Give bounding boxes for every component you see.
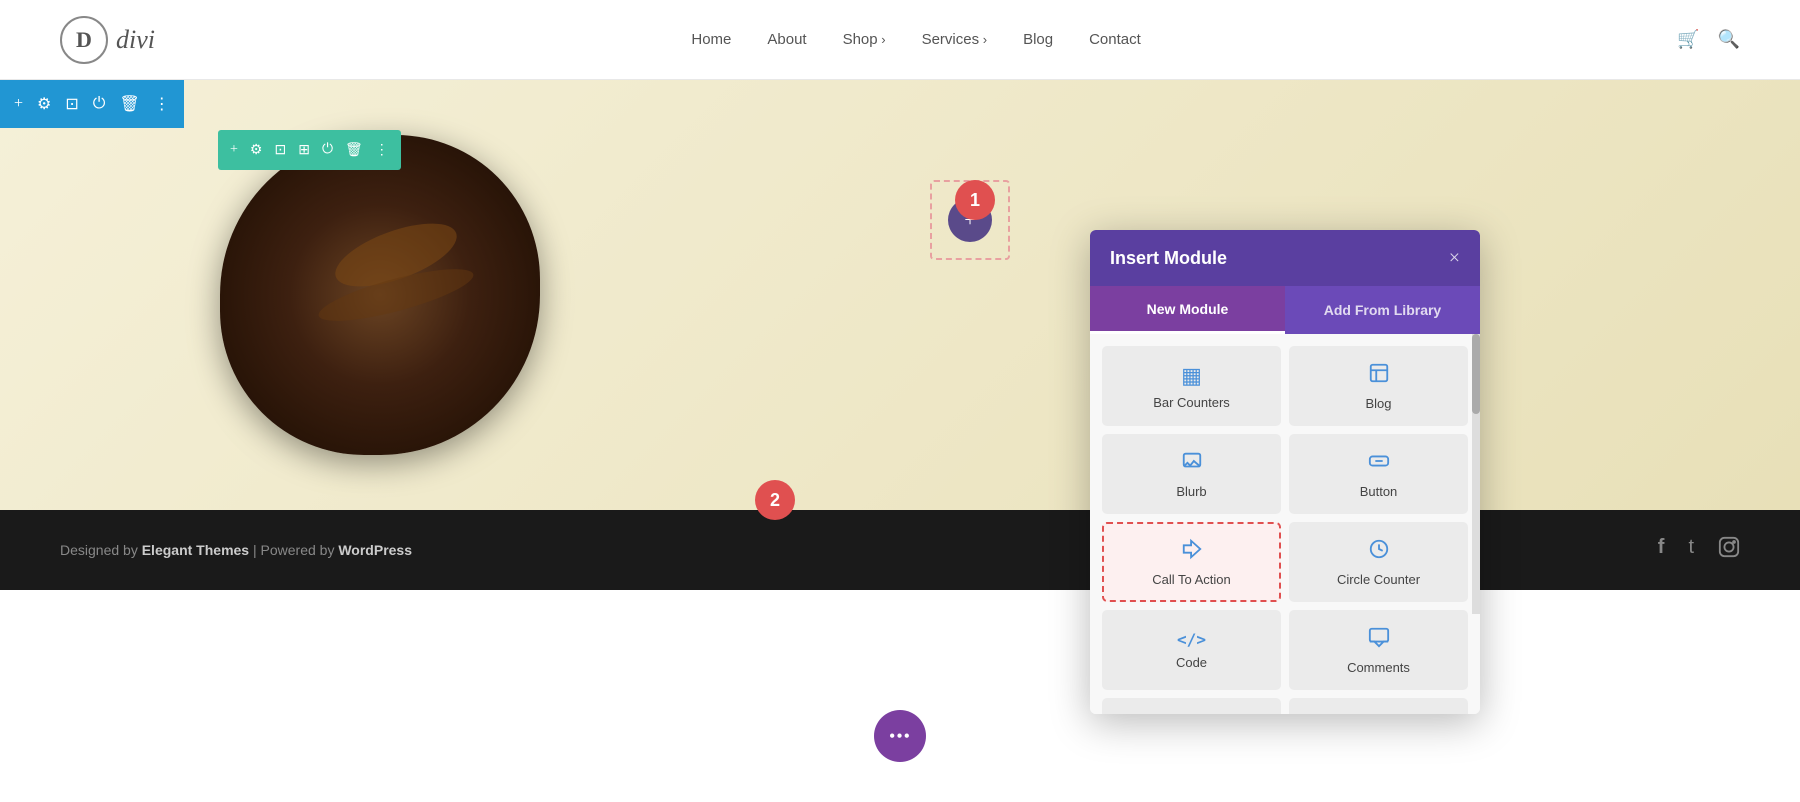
module-code[interactable]: </> Code: [1102, 610, 1281, 690]
navbar: D divi Home About Shop Services Blog Con…: [0, 0, 1800, 80]
module-call-to-action[interactable]: Call To Action: [1102, 522, 1281, 602]
dialog-tabs: New Module Add From Library: [1090, 286, 1480, 334]
col-delete-icon[interactable]: 🗑: [345, 142, 363, 159]
footer-prefix: Designed by: [60, 542, 142, 558]
main-content-area: + ⚙ ⊡ ⊞ ⏻ 🗑 ⋮ + 1 2 Insert Module × New …: [0, 80, 1800, 510]
module-circle-counter-label: Circle Counter: [1337, 572, 1420, 587]
module-contact-form[interactable]: Contact Form: [1102, 698, 1281, 714]
col-layout-icon[interactable]: ⊡: [274, 142, 286, 159]
footer-social: f t: [1658, 536, 1740, 564]
logo-text: divi: [116, 25, 155, 55]
bottom-add-button[interactable]: •••: [874, 710, 926, 762]
footer-powered-by: | Powered by: [253, 542, 338, 558]
module-comments-label: Comments: [1347, 660, 1410, 675]
facebook-icon[interactable]: f: [1658, 536, 1665, 564]
step-bubble-2: 2: [755, 480, 795, 520]
nav-item-shop[interactable]: Shop: [843, 31, 886, 49]
nav-item-blog[interactable]: Blog: [1023, 31, 1053, 49]
instagram-icon[interactable]: [1718, 536, 1740, 564]
module-grid: Blurb Button Call To Action: [1102, 434, 1468, 714]
module-code-label: Code: [1176, 655, 1207, 670]
bottom-dots-label: •••: [889, 726, 911, 747]
footer-wordpress: WordPress: [338, 542, 412, 558]
col-toolbar: + ⚙ ⊡ ⊞ ⏻ 🗑 ⋮: [218, 130, 401, 170]
toolbar-add-icon[interactable]: +: [14, 95, 23, 113]
module-cta-label: Call To Action: [1152, 572, 1231, 587]
module-blurb[interactable]: Blurb: [1102, 434, 1281, 514]
tab-add-from-library[interactable]: Add From Library: [1285, 286, 1480, 334]
blurb-icon: [1181, 450, 1203, 478]
toolbar-settings-icon[interactable]: ⚙: [37, 94, 51, 114]
blog-icon: [1368, 362, 1390, 390]
circle-counter-icon: [1368, 538, 1390, 566]
module-comments[interactable]: Comments: [1289, 610, 1468, 690]
module-bar-counters[interactable]: ▦ Bar Counters: [1102, 346, 1281, 426]
toolbar-layout-icon[interactable]: ⊡: [65, 94, 78, 114]
bread-image: [220, 135, 540, 455]
comments-icon: [1368, 626, 1390, 654]
col-add-icon[interactable]: +: [230, 142, 238, 158]
call-to-action-icon: [1181, 538, 1203, 566]
search-icon[interactable]: 🔍: [1718, 29, 1740, 50]
nav-logo[interactable]: D divi: [60, 16, 155, 64]
col-grid-icon[interactable]: ⊞: [298, 142, 310, 159]
insert-module-dialog: Insert Module × New Module Add From Libr…: [1090, 230, 1480, 714]
countdown-timer-icon: [1368, 714, 1390, 715]
module-blurb-label: Blurb: [1176, 484, 1206, 499]
footer-elegant-themes: Elegant Themes: [142, 542, 249, 558]
dialog-close-button[interactable]: ×: [1449, 247, 1460, 270]
logo-icon: D: [60, 16, 108, 64]
module-bar-counters-label: Bar Counters: [1153, 395, 1230, 410]
footer: Designed by Elegant Themes | Powered by …: [0, 510, 1800, 590]
module-blog[interactable]: Blog: [1289, 346, 1468, 426]
button-icon: [1368, 450, 1390, 478]
col-more-icon[interactable]: ⋮: [375, 142, 389, 159]
toolbar-delete-icon[interactable]: 🗑: [119, 94, 139, 114]
toolbar-more-icon[interactable]: ⋮: [154, 94, 170, 114]
dialog-title: Insert Module: [1110, 248, 1227, 269]
col-settings-icon[interactable]: ⚙: [250, 142, 263, 159]
nav-item-contact[interactable]: Contact: [1089, 31, 1141, 49]
contact-form-icon: [1181, 714, 1203, 715]
tab-new-module[interactable]: New Module: [1090, 286, 1285, 334]
dialog-body: ▦ Bar Counters Blog Blurb: [1090, 334, 1480, 714]
edit-toolbar-top: + ⚙ ⊡ ⏻ 🗑 ⋮: [0, 80, 184, 128]
nav-item-home[interactable]: Home: [691, 31, 731, 49]
module-circle-counter[interactable]: Circle Counter: [1289, 522, 1468, 602]
scrollbar-track[interactable]: [1472, 334, 1480, 614]
module-button-label: Button: [1360, 484, 1398, 499]
module-blog-label: Blog: [1365, 396, 1391, 411]
toolbar-power-icon[interactable]: ⏻: [93, 95, 106, 113]
nav-item-about[interactable]: About: [767, 31, 806, 49]
dialog-header: Insert Module ×: [1090, 230, 1480, 286]
step-bubble-1: 1: [955, 180, 995, 220]
code-icon: </>: [1177, 630, 1206, 649]
footer-text: Designed by Elegant Themes | Powered by …: [60, 542, 412, 558]
nav-links: Home About Shop Services Blog Contact: [691, 31, 1140, 49]
nav-icons: 🛒 🔍: [1677, 29, 1740, 50]
module-countdown-timer[interactable]: Countdown Timer: [1289, 698, 1468, 714]
bar-counters-icon: ▦: [1181, 363, 1202, 389]
twitter-icon[interactable]: t: [1688, 536, 1694, 564]
col-power-icon[interactable]: ⏻: [322, 142, 333, 158]
module-button[interactable]: Button: [1289, 434, 1468, 514]
nav-item-services[interactable]: Services: [922, 31, 987, 49]
scrollbar-thumb[interactable]: [1472, 334, 1480, 414]
cart-icon[interactable]: 🛒: [1677, 29, 1699, 50]
